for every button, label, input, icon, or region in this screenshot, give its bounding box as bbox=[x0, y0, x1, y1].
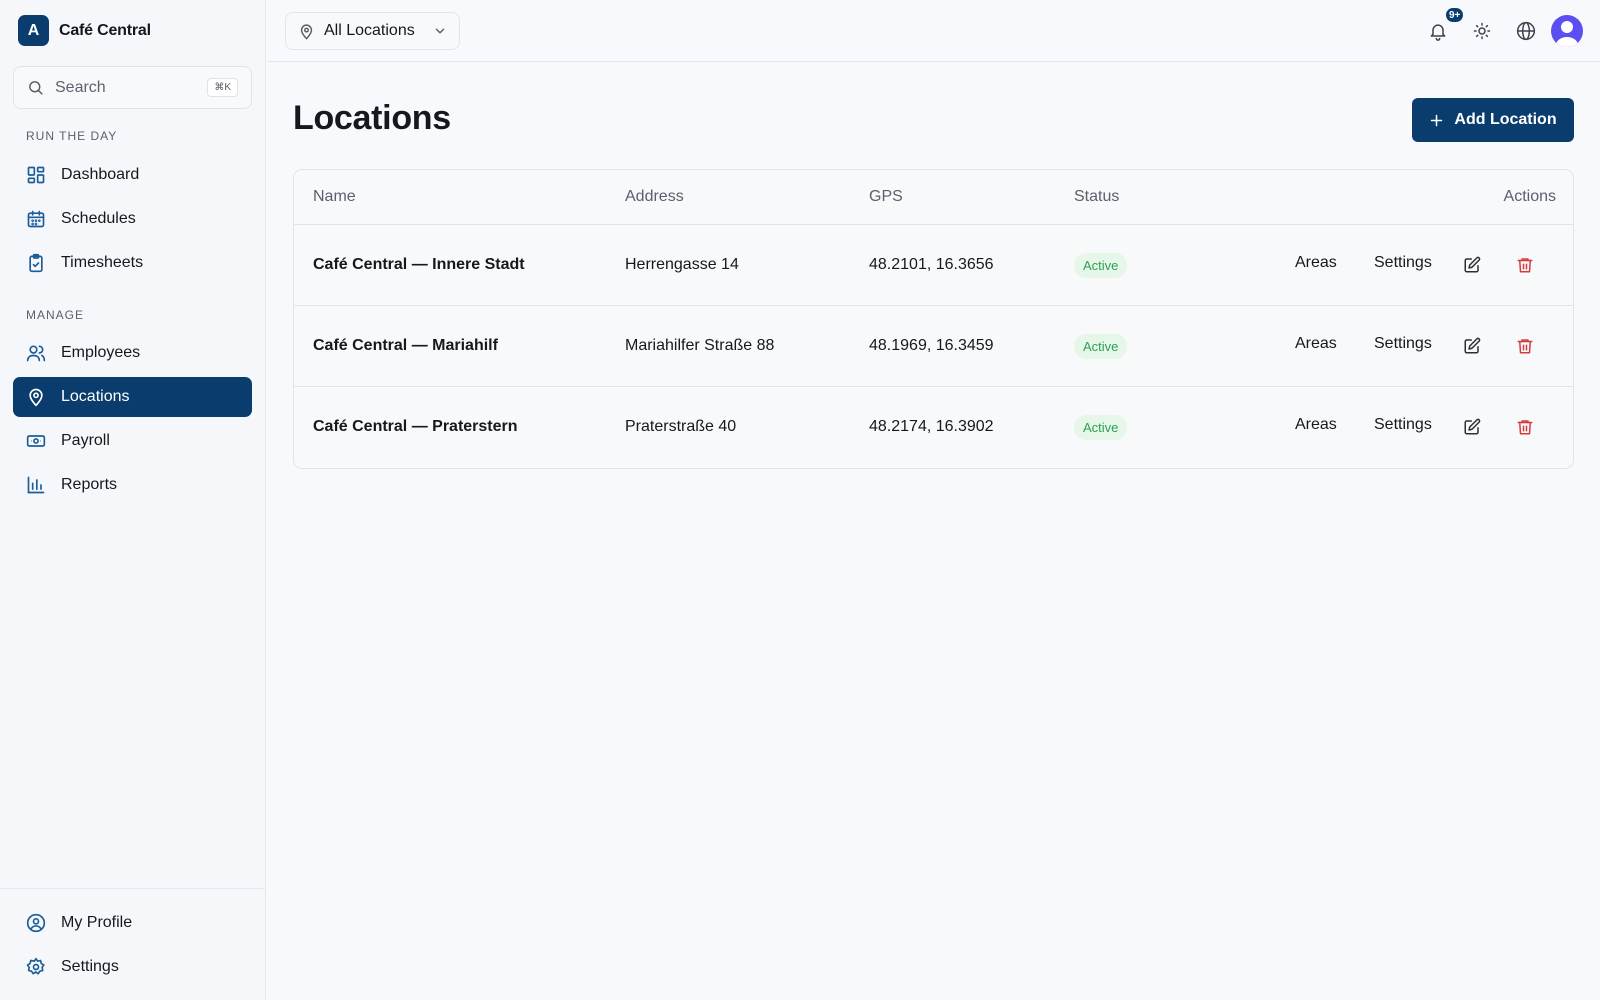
location-gps: 48.2101, 16.3656 bbox=[869, 256, 994, 273]
table-header: Name Address GPS Status Actions bbox=[294, 170, 1573, 225]
location-gps: 48.2174, 16.3902 bbox=[869, 418, 994, 435]
sidebar-item-schedules[interactable]: Schedules bbox=[13, 199, 252, 239]
sun-icon[interactable] bbox=[1470, 19, 1494, 43]
status-badge: Active bbox=[1074, 415, 1128, 440]
plus-icon bbox=[1429, 113, 1444, 128]
sidebar-item-employees[interactable]: Employees bbox=[13, 333, 252, 373]
avatar[interactable] bbox=[1551, 15, 1583, 47]
table-row: Café Central — Praterstern Praterstraße … bbox=[294, 387, 1573, 468]
sidebar-item-label: Timesheets bbox=[61, 254, 144, 271]
trash-icon[interactable] bbox=[1514, 254, 1536, 276]
search-icon bbox=[27, 79, 44, 96]
sidebar-item-label: Reports bbox=[61, 476, 118, 493]
sidebar-item-label: Settings bbox=[61, 958, 119, 975]
brand[interactable]: A Café Central bbox=[18, 15, 151, 46]
column-header-name[interactable]: Name bbox=[313, 188, 356, 206]
map-pin-icon bbox=[26, 387, 46, 407]
calendar-icon bbox=[26, 209, 46, 229]
gear-icon bbox=[26, 957, 46, 977]
location-address: Praterstraße 40 bbox=[625, 418, 737, 435]
bar-chart-icon bbox=[26, 475, 46, 495]
status-badge: Active bbox=[1074, 253, 1128, 278]
search-shortcut: ⌘K bbox=[207, 78, 238, 97]
user-circle-icon bbox=[26, 913, 46, 933]
location-gps: 48.1969, 16.3459 bbox=[869, 337, 994, 354]
trash-icon[interactable] bbox=[1514, 335, 1536, 357]
add-location-label: Add Location bbox=[1454, 111, 1557, 128]
column-header-gps[interactable]: GPS bbox=[869, 188, 903, 206]
sidebar-item-reports[interactable]: Reports bbox=[13, 465, 252, 505]
edit-icon[interactable] bbox=[1461, 254, 1483, 276]
edit-icon[interactable] bbox=[1461, 416, 1483, 438]
sidebar-item-label: Schedules bbox=[61, 210, 136, 227]
globe-icon[interactable] bbox=[1514, 19, 1538, 43]
location-name: Café Central — Praterstern bbox=[313, 418, 518, 435]
brand-name: Café Central bbox=[59, 21, 151, 39]
location-name: Café Central — Innere Stadt bbox=[313, 256, 525, 273]
table-row: Café Central — Mariahilf Mariahilfer Str… bbox=[294, 306, 1573, 387]
locations-table: Name Address GPS Status Actions Café Cen… bbox=[293, 169, 1574, 469]
sidebar-footer-divider bbox=[0, 888, 266, 889]
add-location-button[interactable]: Add Location bbox=[1412, 98, 1574, 142]
table-row: Café Central — Innere Stadt Herrengasse … bbox=[294, 225, 1573, 306]
location-name: Café Central — Mariahilf bbox=[313, 337, 498, 354]
settings-button[interactable]: Settings bbox=[1374, 335, 1432, 353]
areas-button[interactable]: Areas bbox=[1295, 335, 1337, 353]
sidebar-item-payroll[interactable]: Payroll bbox=[13, 421, 252, 461]
location-address: Mariahilfer Straße 88 bbox=[625, 337, 775, 354]
section-label-run-the-day: RUN THE DAY bbox=[26, 129, 118, 143]
sidebar-item-timesheets[interactable]: Timesheets bbox=[13, 243, 252, 283]
column-header-address[interactable]: Address bbox=[625, 188, 684, 206]
sidebar-item-dashboard[interactable]: Dashboard bbox=[13, 155, 252, 195]
banknote-icon bbox=[26, 431, 46, 451]
search-placeholder: Search bbox=[55, 78, 106, 96]
location-select[interactable]: All Locations bbox=[285, 12, 460, 50]
map-pin-icon bbox=[298, 23, 315, 40]
bell-icon[interactable] bbox=[1426, 19, 1450, 43]
sidebar-item-label: Dashboard bbox=[61, 166, 140, 183]
notification-badge: 9+ bbox=[1444, 6, 1466, 24]
sidebar-item-settings[interactable]: Settings bbox=[13, 947, 252, 987]
location-select-value: All Locations bbox=[324, 22, 415, 39]
areas-button[interactable]: Areas bbox=[1295, 254, 1337, 272]
settings-button[interactable]: Settings bbox=[1374, 254, 1432, 272]
page-title: Locations bbox=[293, 99, 451, 137]
section-label-manage: MANAGE bbox=[26, 308, 85, 322]
brand-logo: A bbox=[18, 15, 49, 46]
areas-button[interactable]: Areas bbox=[1295, 416, 1337, 434]
dashboard-icon bbox=[26, 165, 46, 185]
sidebar: A Café Central Search ⌘K RUN THE DAY Das… bbox=[0, 0, 266, 1000]
sidebar-item-locations[interactable]: Locations bbox=[13, 377, 252, 417]
sidebar-item-my-profile[interactable]: My Profile bbox=[13, 903, 252, 943]
settings-button[interactable]: Settings bbox=[1374, 416, 1432, 434]
trash-icon[interactable] bbox=[1514, 416, 1536, 438]
sidebar-item-label: Employees bbox=[61, 344, 141, 361]
column-header-actions: Actions bbox=[1503, 188, 1556, 205]
sidebar-item-label: Locations bbox=[61, 388, 130, 405]
status-badge: Active bbox=[1074, 334, 1128, 359]
location-address: Herrengasse 14 bbox=[625, 256, 739, 273]
clipboard-check-icon bbox=[26, 253, 46, 273]
column-header-status[interactable]: Status bbox=[1074, 188, 1119, 206]
chevron-down-icon bbox=[433, 24, 447, 38]
search-input[interactable]: Search ⌘K bbox=[13, 66, 252, 109]
sidebar-item-label: Payroll bbox=[61, 432, 110, 449]
sidebar-item-label: My Profile bbox=[61, 914, 133, 931]
topbar: All Locations bbox=[267, 0, 1600, 62]
users-icon bbox=[26, 343, 46, 363]
edit-icon[interactable] bbox=[1461, 335, 1483, 357]
